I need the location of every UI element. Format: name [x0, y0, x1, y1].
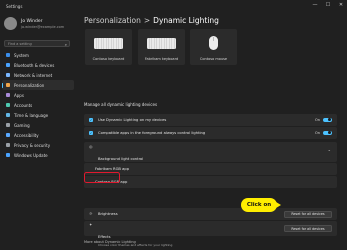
sidebar-item-label: Privacy & security: [14, 142, 51, 148]
keyboard-icon: [147, 38, 176, 49]
device-card-contoso-mouse[interactable]: Contoso mouse: [190, 29, 237, 65]
device-label: Fabrikam keyboard: [144, 57, 179, 61]
profile-email: jo.winder@example.com: [21, 24, 65, 29]
toggle-state: On: [315, 117, 320, 122]
sidebar-nav: System Bluetooth & devices Network & int…: [2, 50, 74, 160]
row-label: Effects: [98, 235, 111, 239]
background-light-control-row[interactable]: ◎ Background light control Choose which …: [84, 142, 337, 169]
reset-brightness-button[interactable]: Reset for all devices: [284, 210, 332, 218]
effects-row[interactable]: ✦ Effects Choose color themes and effect…: [84, 221, 337, 247]
sidebar-item-apps[interactable]: Apps: [2, 90, 74, 100]
sidebar-item-system[interactable]: System: [2, 50, 74, 60]
sidebar-item-accessibility[interactable]: Accessibility: [2, 130, 74, 140]
sidebar-item-label: System: [14, 52, 29, 58]
window-controls: — ☐ ✕: [312, 2, 344, 8]
compatible-apps-toggle[interactable]: [323, 130, 332, 135]
click-on-callout: Click on: [241, 198, 281, 212]
reset-effects-button[interactable]: Reset for all devices: [284, 225, 332, 232]
dynamic-lighting-toggle[interactable]: [323, 117, 332, 122]
close-button[interactable]: ✕: [338, 2, 344, 8]
sidebar-item-personalization[interactable]: Personalization: [2, 80, 74, 90]
search-placeholder: Find a setting: [8, 41, 32, 46]
paintbrush-icon: [6, 83, 10, 87]
checkbox[interactable]: ✓: [89, 131, 93, 135]
sidebar-item-label: Network & internet: [14, 72, 53, 78]
maximize-button[interactable]: ☐: [325, 2, 331, 8]
shield-icon: [6, 143, 10, 147]
avatar: [4, 17, 17, 30]
sidebar-item-privacy[interactable]: Privacy & security: [2, 140, 74, 150]
contoso-rgb-app-row[interactable]: Contoso RGB app: [84, 176, 337, 188]
checkbox[interactable]: ✓: [89, 118, 93, 122]
row-label: Brightness: [98, 212, 118, 216]
globe-icon: [6, 113, 10, 117]
accessibility-icon: [6, 133, 10, 137]
main-content: Personalization > Dynamic Lighting Conto…: [81, 13, 341, 250]
bluetooth-icon: [6, 63, 10, 67]
search-icon: ⌕: [64, 42, 67, 47]
row-label: Compatible apps in the foreground always…: [98, 131, 206, 135]
sidebar-item-accounts[interactable]: Accounts: [2, 100, 74, 110]
sidebar-item-label: Apps: [14, 92, 24, 98]
device-label: Contoso mouse: [199, 57, 228, 61]
toggle-group: On: [315, 117, 332, 122]
sidebar: Jo Winder jo.winder@example.com Find a s…: [0, 13, 76, 250]
sidebar-item-label: Bluetooth & devices: [14, 62, 55, 68]
sidebar-item-gaming[interactable]: Gaming: [2, 120, 74, 130]
more-about-link[interactable]: More about Dynamic Lighting: [84, 240, 136, 244]
row-label: Fabrikam RGB app: [95, 167, 130, 171]
brightness-row[interactable]: ☼ Brightness Reset for all devices: [84, 208, 337, 220]
compatible-apps-row[interactable]: ✓ Compatible apps in the foreground alwa…: [84, 127, 337, 139]
use-dynamic-lighting-row[interactable]: ✓ Use Dynamic Lighting on my devices On: [84, 114, 337, 126]
update-icon: [6, 153, 10, 157]
fabrikam-rgb-app-row[interactable]: Fabrikam RGB app: [84, 163, 337, 175]
sidebar-item-network[interactable]: Network & internet: [2, 70, 74, 80]
sidebar-item-time-language[interactable]: Time & language: [2, 110, 74, 120]
sidebar-item-label: Accessibility: [14, 132, 39, 138]
sidebar-item-windows-update[interactable]: Windows Update: [2, 150, 74, 160]
sidebar-item-label: Accounts: [14, 102, 33, 108]
mouse-icon: [209, 36, 218, 50]
sun-icon: ☼: [89, 211, 93, 216]
accounts-icon: [6, 103, 10, 107]
toggle-state: On: [315, 130, 320, 135]
chevron-right-icon: >: [143, 16, 151, 25]
sidebar-item-label: Gaming: [14, 122, 30, 128]
sidebar-item-label: Windows Update: [14, 152, 48, 158]
minimize-button[interactable]: —: [312, 2, 318, 8]
row-label: Background light control: [98, 157, 144, 161]
system-icon: [6, 53, 10, 57]
keyboard-icon: [94, 38, 123, 49]
app-title: Settings: [6, 4, 23, 9]
lightbulb-icon: ◎: [89, 144, 93, 149]
profile-name: Jo Winder: [21, 18, 43, 24]
gamepad-icon: [6, 123, 10, 127]
title-bar: Settings — ☐ ✕: [0, 0, 347, 13]
device-card-fabrikam-keyboard[interactable]: Fabrikam keyboard: [138, 29, 185, 65]
user-profile[interactable]: Jo Winder jo.winder@example.com: [4, 17, 64, 30]
chevron-up-icon[interactable]: ⌃: [328, 149, 331, 154]
device-label: Contoso keyboard: [92, 57, 125, 61]
effects-icon: ✦: [89, 222, 93, 227]
apps-icon: [6, 93, 10, 97]
breadcrumb: Personalization > Dynamic Lighting: [84, 16, 219, 25]
device-card-contoso-keyboard[interactable]: Contoso keyboard: [85, 29, 132, 65]
sidebar-item-label: Time & language: [14, 112, 49, 118]
sidebar-item-label: Personalization: [14, 82, 45, 88]
brightness-highlight-box: [84, 172, 120, 183]
breadcrumb-parent[interactable]: Personalization: [84, 16, 141, 25]
section-title: Manage all dynamic lighting devices: [84, 102, 158, 107]
sidebar-item-bluetooth[interactable]: Bluetooth & devices: [2, 60, 74, 70]
search-input[interactable]: Find a setting ⌕: [4, 40, 70, 47]
network-icon: [6, 73, 10, 77]
page-title: Dynamic Lighting: [153, 16, 219, 25]
row-label: Use Dynamic Lighting on my devices: [98, 118, 167, 122]
profile-text: Jo Winder jo.winder@example.com: [21, 19, 64, 29]
toggle-group: On: [315, 130, 332, 135]
